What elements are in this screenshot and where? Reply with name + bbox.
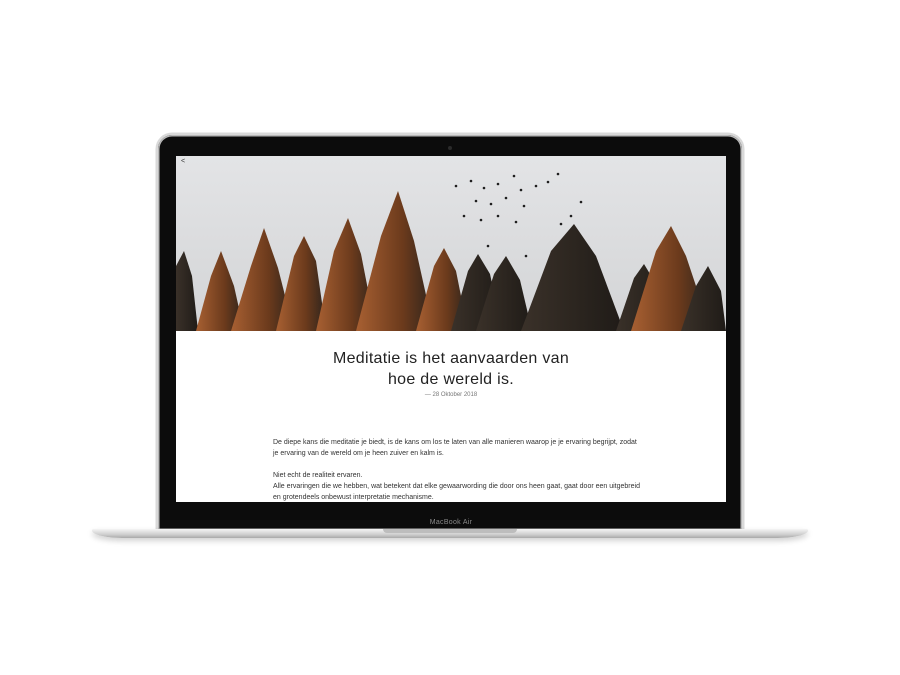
laptop-bezel-bottom: MacBook Air — [176, 502, 726, 530]
device-brand-label: MacBook Air — [429, 519, 473, 526]
article-body: De diepe kans die meditatie je biedt, is… — [273, 437, 643, 502]
camera-icon — [448, 146, 452, 150]
post-date: — 28 Oktober 2018 — [424, 392, 478, 398]
browser-viewport: < Meditatie is het aanvaarden van hoe de… — [176, 156, 726, 502]
paragraph: Alle ervaringen die we hebben, wat betek… — [273, 483, 640, 501]
laptop-notch — [383, 529, 517, 533]
title-line: hoe de wereld is. — [387, 371, 515, 388]
hero-image: < — [176, 156, 726, 331]
page-title: Meditatie is het aanvaarden van hoe de w… — [176, 348, 726, 390]
forest-illustration — [176, 172, 726, 331]
back-arrow-icon[interactable]: < — [181, 158, 185, 165]
tree-row — [176, 191, 726, 331]
paragraph: Niet echt de realiteit ervaren. — [273, 472, 363, 479]
title-line: Meditatie is het aanvaarden van — [332, 350, 570, 367]
paragraph: De diepe kans die meditatie je biedt, is… — [273, 439, 637, 457]
